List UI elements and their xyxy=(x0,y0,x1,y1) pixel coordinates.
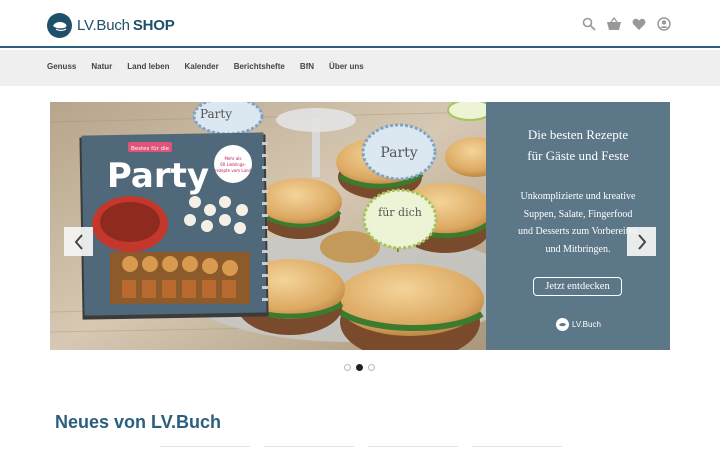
nav-item-berichtshefte[interactable]: Berichtshefte xyxy=(234,62,285,71)
slider-prev-button[interactable] xyxy=(64,227,93,256)
flag-text-party-small: Party xyxy=(200,107,232,121)
nav-item-ueber-uns[interactable]: Über uns xyxy=(329,62,364,71)
svg-text:60 Lieblings-: 60 Lieblings- xyxy=(220,162,246,167)
hero-title-line-2: für Gäste und Feste xyxy=(527,148,629,163)
main-nav: Genuss Natur Land leben Kalender Bericht… xyxy=(0,50,720,86)
hero-image: Party für dich Party Bestes für die Part… xyxy=(50,102,486,350)
site-header: LV.Buch SHOP xyxy=(0,0,720,48)
account-icon[interactable] xyxy=(656,16,672,32)
book-small-title: Bestes für die xyxy=(131,146,170,152)
svg-text:rezepte vom Land: rezepte vom Land xyxy=(215,168,252,173)
slider-next-button[interactable] xyxy=(627,227,656,256)
header-icons xyxy=(581,16,672,32)
logo-main-text: LV.Buch xyxy=(77,16,130,34)
hero-slider[interactable]: Party für dich Party Bestes für die Part… xyxy=(50,102,670,350)
heart-icon[interactable] xyxy=(631,16,647,32)
flag-text-fuer-dich: für dich xyxy=(378,206,422,219)
section-title: Neues von LV.Buch xyxy=(55,412,222,432)
hero-title: Die besten Rezepte für Gäste und Feste xyxy=(486,124,670,166)
logo-shop-text: SHOP xyxy=(132,16,175,34)
hero-text-line-2: Suppen, Salate, Fingerfood xyxy=(523,208,633,220)
product-tiles xyxy=(160,446,562,450)
product-tile[interactable] xyxy=(264,446,354,450)
nav-item-land-leben[interactable]: Land leben xyxy=(127,62,169,71)
logo-mark-icon xyxy=(47,12,72,38)
slider-dot-3[interactable] xyxy=(368,364,375,371)
slider-dots xyxy=(344,364,375,371)
site-logo[interactable]: LV.Buch SHOP xyxy=(47,12,175,38)
hero-title-line-1: Die besten Rezepte xyxy=(527,127,629,142)
chevron-left-icon xyxy=(74,233,83,250)
nav-item-kalender[interactable]: Kalender xyxy=(184,62,218,71)
book-title: Party xyxy=(107,156,209,196)
basket-icon[interactable] xyxy=(606,16,622,32)
logo-text: LV.Buch SHOP xyxy=(77,17,175,34)
nav-item-natur[interactable]: Natur xyxy=(91,62,112,71)
hero-panel: Die besten Rezepte für Gäste und Feste U… xyxy=(486,102,670,350)
flag-text-party: Party xyxy=(380,145,417,161)
nav-item-genuss[interactable]: Genuss xyxy=(47,62,76,71)
nav-item-bfn[interactable]: BfN xyxy=(300,62,314,71)
product-tile[interactable] xyxy=(472,446,562,450)
panel-logo-mark-icon xyxy=(556,318,569,331)
discover-button[interactable]: Jetzt entdecken xyxy=(533,277,622,296)
panel-logo-text: LV.Buch xyxy=(572,320,601,329)
panel-logo: LV.Buch xyxy=(556,318,601,331)
search-icon[interactable] xyxy=(581,16,597,32)
svg-text:Mehr als: Mehr als xyxy=(224,156,241,161)
slider-dot-2[interactable] xyxy=(356,364,363,371)
product-tile[interactable] xyxy=(368,446,458,450)
product-tile[interactable] xyxy=(160,446,250,450)
slider-dot-1[interactable] xyxy=(344,364,351,371)
chevron-right-icon xyxy=(637,233,646,250)
hero-text-line-1: Unkomplizierte und kreative xyxy=(520,191,636,202)
